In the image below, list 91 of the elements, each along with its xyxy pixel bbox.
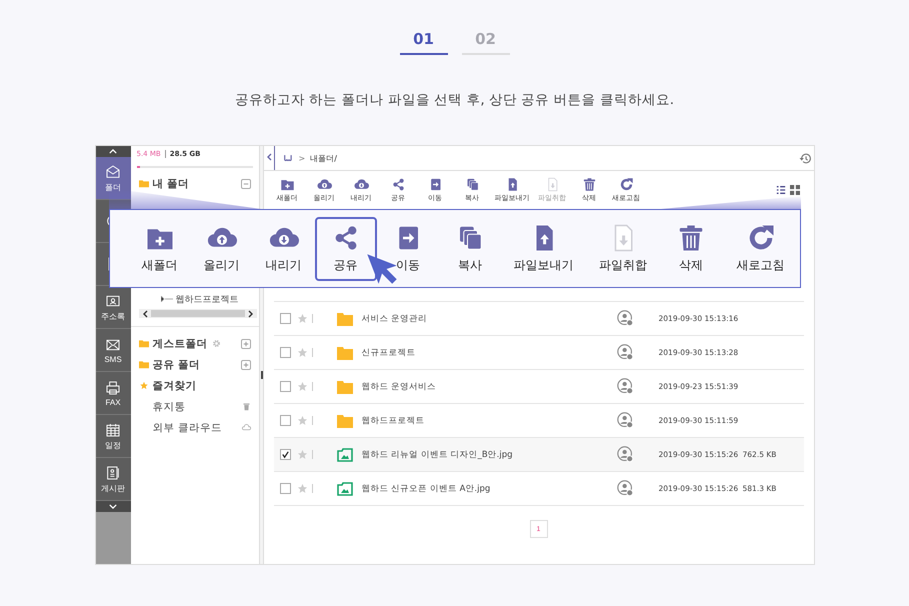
tree-item[interactable]: 휴지통 (138, 400, 186, 414)
trash-icon (582, 177, 596, 192)
grid-icon (790, 185, 800, 195)
checkbox[interactable] (280, 449, 290, 460)
checkbox[interactable] (280, 347, 290, 358)
checkbox[interactable] (280, 415, 290, 426)
add-button[interactable] (240, 360, 250, 370)
cloud-download-icon (354, 177, 368, 192)
rail-down-button[interactable] (96, 501, 130, 512)
instruction-text: 공유하고자 하는 폴더나 파일을 선택 후, 상단 공유 버튼을 클릭하세요. (234, 91, 674, 109)
refresh-icon (618, 177, 634, 192)
rail-label: 폴더 (105, 182, 121, 192)
minus-icon (242, 180, 248, 186)
envelope-icon (105, 164, 121, 180)
star-icon[interactable] (296, 483, 308, 494)
user-icon[interactable] (616, 412, 634, 429)
checkbox[interactable] (280, 381, 290, 392)
cloud-upload-icon (316, 177, 332, 192)
collapse-button[interactable] (240, 178, 250, 188)
file-name[interactable]: 웹하드프로젝트 (362, 414, 616, 426)
path-separator: > (298, 154, 306, 162)
logo-icon (284, 154, 294, 162)
file-name[interactable]: 서비스 운영관리 (362, 312, 616, 324)
share-icon (390, 177, 406, 192)
checkbox[interactable] (280, 483, 290, 494)
printer-icon (105, 380, 121, 396)
trash-icon[interactable] (242, 402, 250, 411)
star-icon[interactable] (296, 347, 308, 358)
toolbar-button[interactable]: 새로고침 (722, 216, 800, 280)
file-name[interactable]: 웹하드 신규오픈 이벤트 A안.jpg (362, 482, 616, 494)
toolbar-button[interactable]: 파일보내기 (500, 216, 586, 280)
copy-icon (464, 177, 480, 192)
user-icon[interactable] (616, 446, 634, 463)
file-name[interactable]: 웹하드 운영서비스 (362, 380, 616, 392)
image-file-icon (336, 448, 352, 462)
rail-label: 주소록 (101, 310, 125, 322)
chevron-left-icon (266, 153, 272, 161)
file-name[interactable]: 웹하드 리뉴얼 이벤트 디자인_B안.jpg (362, 448, 616, 460)
toolbar-button[interactable]: 복사 (438, 216, 501, 280)
star-icon[interactable] (296, 313, 308, 324)
plus-icon (242, 362, 248, 368)
folder-plus-icon (280, 177, 294, 192)
folder-icon (336, 414, 352, 428)
rail-label: SMS (104, 354, 122, 364)
toolbar-button[interactable]: 새폴더 (128, 216, 191, 280)
image-file-icon (336, 482, 352, 496)
rail-up-button[interactable] (96, 146, 130, 157)
rail-label: 일정 (105, 440, 121, 450)
check-icon (280, 450, 290, 459)
user-icon[interactable] (616, 310, 634, 327)
star-icon (138, 381, 148, 390)
gear-icon[interactable] (212, 339, 220, 348)
chevron-up-icon (109, 149, 117, 154)
toolbar-button[interactable]: 내리기 (252, 216, 315, 280)
user-icon[interactable] (616, 480, 634, 497)
folder-icon (138, 339, 148, 348)
tree-item[interactable]: 웹하드프로젝트 (176, 292, 238, 306)
add-button[interactable] (240, 338, 250, 348)
cloud-icon[interactable] (242, 423, 250, 432)
grid-view-button[interactable] (790, 185, 800, 195)
rail-label: 게시판 (101, 482, 125, 494)
toolbar-button[interactable]: 삭제 (660, 216, 722, 280)
horizontal-scrollbar[interactable] (138, 309, 256, 318)
toolbar-button[interactable]: 올리기 (190, 216, 253, 280)
notebook-icon (105, 464, 121, 480)
star-icon[interactable] (296, 449, 308, 460)
chevron-down-icon (109, 504, 117, 509)
tree-item[interactable]: 외부 클라우드 (138, 420, 222, 434)
history-icon[interactable] (798, 152, 812, 164)
tree-item[interactable]: 즐겨찾기 (152, 378, 196, 392)
plus-icon (242, 340, 248, 346)
folder-icon (336, 380, 352, 394)
folder-icon (336, 346, 352, 360)
rail-label: FAX (105, 398, 121, 406)
star-icon[interactable] (296, 381, 308, 392)
list-icon (776, 185, 786, 195)
tree-item[interactable]: 공유 폴더 (152, 358, 200, 372)
tree-item[interactable]: 게스트폴더 (152, 336, 208, 350)
tree-branch-icon (160, 296, 172, 302)
folder-icon (336, 312, 352, 326)
folder-icon (138, 360, 148, 369)
step-tab[interactable]: 01 (400, 28, 448, 55)
user-icon[interactable] (616, 378, 634, 395)
breadcrumb[interactable]: 내폴더/ (310, 152, 337, 164)
list-view-button[interactable] (776, 185, 786, 195)
file-name[interactable]: 신규프로젝트 (362, 346, 616, 358)
user-icon[interactable] (616, 344, 634, 361)
star-icon[interactable] (296, 415, 308, 426)
tree-item[interactable]: 내 폴더 (152, 176, 190, 190)
calendar-icon (105, 422, 121, 438)
checkbox[interactable] (280, 313, 290, 324)
